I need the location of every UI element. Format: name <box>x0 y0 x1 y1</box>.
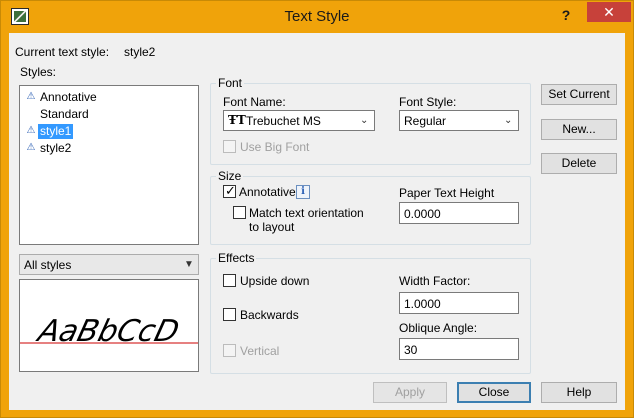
dialog-body: Current text style: style2 Styles: ⚠ Ann… <box>9 33 625 410</box>
match-orientation-label-line2: to layout <box>249 220 295 234</box>
info-icon[interactable]: i <box>296 185 310 199</box>
chevron-down-icon: ▼ <box>184 259 194 270</box>
style-preview: AaBbCcD <box>19 279 199 372</box>
close-button[interactable]: Close <box>457 382 531 403</box>
preview-canvas: AaBbCcD <box>20 314 198 349</box>
font-name-dropdown[interactable]: ŦT Trebuchet MS ⌄ <box>223 110 375 131</box>
help-button[interactable]: Help <box>541 382 617 403</box>
annotative-icon: ⚠ <box>26 142 36 153</box>
font-name-value: Trebuchet MS <box>246 114 321 128</box>
vertical-checkbox[interactable] <box>223 344 236 357</box>
styles-filter-dropdown[interactable]: All styles ▼ <box>19 254 199 275</box>
upside-down-label: Upside down <box>240 274 310 288</box>
width-factor-label: Width Factor: <box>399 274 471 288</box>
font-style-value: Regular <box>404 114 447 128</box>
close-window-button[interactable]: ✕ <box>587 2 631 22</box>
annotative-icon: ⚠ <box>26 91 36 102</box>
style-item-style2[interactable]: style2 <box>38 141 73 156</box>
styles-filter-value: All styles <box>24 258 72 272</box>
truetype-font-icon: ŦT <box>228 113 246 127</box>
current-style-value: style2 <box>124 45 156 59</box>
annotative-label: Annotative <box>239 185 296 199</box>
effects-group-title: Effects <box>216 251 257 265</box>
oblique-angle-input[interactable]: 30 <box>399 338 519 360</box>
width-factor-value: 1.0000 <box>404 297 441 311</box>
vertical-label: Vertical <box>240 344 280 358</box>
width-factor-input[interactable]: 1.0000 <box>399 292 519 314</box>
current-style-label: Current text style: <box>15 45 110 59</box>
preview-text: AaBbCcD <box>33 314 183 348</box>
set-current-button[interactable]: Set Current <box>541 84 617 105</box>
annotative-icon: ⚠ <box>26 125 36 136</box>
paper-text-height-value: 0.0000 <box>404 207 441 221</box>
title-bar[interactable]: Text Style ? ✕ <box>1 1 633 33</box>
use-big-font-label: Use Big Font <box>240 140 310 154</box>
backwards-label: Backwards <box>240 308 299 322</box>
oblique-angle-label: Oblique Angle: <box>399 321 478 335</box>
match-orientation-label-line1: Match text orientation <box>249 206 364 220</box>
size-group-title: Size <box>216 169 244 183</box>
annotative-checkbox[interactable]: ✓ <box>223 183 236 198</box>
font-group-title: Font <box>216 76 245 90</box>
font-style-dropdown[interactable]: Regular ⌄ <box>399 110 519 131</box>
upside-down-checkbox[interactable] <box>223 274 236 287</box>
use-big-font-checkbox[interactable] <box>223 140 236 153</box>
backwards-checkbox[interactable] <box>223 308 236 321</box>
oblique-angle-value: 30 <box>404 343 418 357</box>
chevron-down-icon: ⌄ <box>504 115 513 126</box>
match-orientation-checkbox[interactable] <box>233 206 246 219</box>
chevron-down-icon: ⌄ <box>360 115 369 126</box>
style-item-standard[interactable]: Standard <box>38 107 91 122</box>
delete-style-button[interactable]: Delete <box>541 153 617 174</box>
styles-list[interactable]: ⚠ Annotative Standard ⚠ style1 ⚠ style2 <box>19 85 199 245</box>
styles-label: Styles: <box>20 65 57 79</box>
apply-button[interactable]: Apply <box>373 382 447 403</box>
font-name-label: Font Name: <box>223 95 286 109</box>
style-item-annotative[interactable]: Annotative <box>38 90 99 105</box>
checkmark-icon: ✓ <box>225 183 236 198</box>
new-style-button[interactable]: New... <box>541 119 617 140</box>
style-item-style1[interactable]: style1 <box>38 124 74 139</box>
paper-text-height-label: Paper Text Height <box>399 186 495 200</box>
paper-text-height-input[interactable]: 0.0000 <box>399 202 519 224</box>
font-style-label: Font Style: <box>399 95 457 109</box>
help-question-button[interactable]: ? <box>553 5 579 25</box>
text-style-dialog: Text Style ? ✕ Current text style: style… <box>0 0 634 418</box>
window-title: Text Style <box>284 8 350 25</box>
